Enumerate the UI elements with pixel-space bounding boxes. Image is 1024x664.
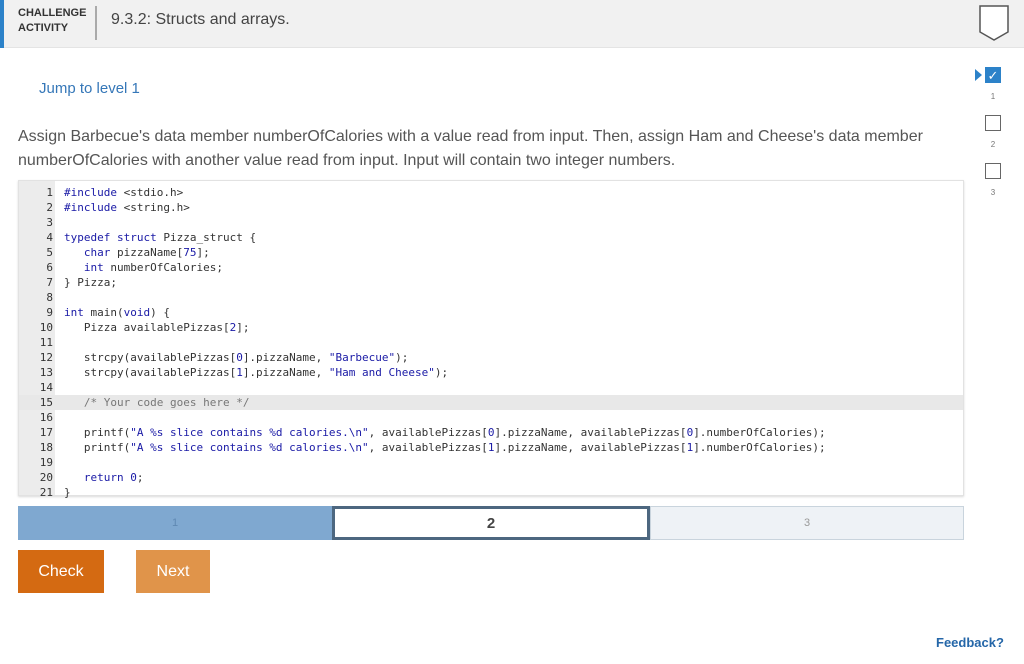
- activity-type-label: CHALLENGE ACTIVITY: [18, 6, 88, 36]
- header-divider: [95, 6, 97, 40]
- activity-type-line1: CHALLENGE: [18, 7, 87, 19]
- line-number: 13: [39, 366, 53, 379]
- code-line[interactable]: 10 Pizza availablePizzas[2];: [19, 320, 963, 335]
- activity-header: CHALLENGE ACTIVITY 9.3.2: Structs and ar…: [0, 0, 1024, 48]
- code-line[interactable]: 7 } Pizza;: [19, 275, 963, 290]
- activity-title: 9.3.2: Structs and arrays.: [111, 11, 290, 28]
- code-text[interactable]: typedef struct Pizza_struct {: [64, 230, 256, 245]
- progress-item-3[interactable]: 3: [980, 160, 1012, 200]
- line-number: 10: [39, 321, 53, 334]
- code-text[interactable]: int main(void) {: [64, 305, 170, 320]
- code-text[interactable]: Pizza availablePizzas[2];: [64, 320, 250, 335]
- code-editor[interactable]: 1 #include <stdio.h> 2 #include <string.h> 3…: [18, 180, 964, 499]
- code-text[interactable]: return 0;: [64, 470, 144, 485]
- code-line[interactable]: 3: [19, 215, 963, 230]
- progress-item-2[interactable]: 2: [980, 112, 1012, 152]
- code-line[interactable]: 14: [19, 380, 963, 395]
- line-number: 11: [39, 336, 53, 349]
- code-text[interactable]: /* Your code goes here */: [64, 395, 250, 410]
- code-line[interactable]: 21}: [19, 485, 963, 500]
- line-number: 15: [39, 396, 53, 409]
- code-line[interactable]: 20 return 0;: [19, 470, 963, 485]
- code-text[interactable]: int numberOfCalories;: [64, 260, 223, 275]
- feedback-link[interactable]: Feedback?: [936, 635, 1004, 650]
- code-text[interactable]: strcpy(availablePizzas[1].pizzaName, "Ha…: [64, 365, 448, 380]
- code-line[interactable]: 8: [19, 290, 963, 305]
- progress-item-1-label: 1: [990, 92, 996, 101]
- code-text[interactable]: #include <string.h>: [64, 200, 190, 215]
- line-number: 14: [39, 381, 53, 394]
- code-text[interactable]: printf("A %s slice contains %d calories.…: [64, 425, 826, 440]
- code-line[interactable]: 9 int main(void) {: [19, 305, 963, 320]
- line-number: 8: [46, 291, 53, 304]
- line-number: 3: [46, 216, 53, 229]
- code-line[interactable]: 16: [19, 410, 963, 425]
- progress-item-1[interactable]: ✓ 1: [975, 64, 1012, 104]
- jump-to-level-link[interactable]: Jump to level 1: [39, 80, 140, 97]
- line-number: 12: [39, 351, 53, 364]
- line-number: 19: [39, 456, 53, 469]
- code-text[interactable]: } Pizza;: [64, 275, 117, 290]
- line-number: 18: [39, 441, 53, 454]
- line-number: 4: [46, 231, 53, 244]
- checkbox-icon: [985, 163, 1001, 179]
- line-number: 6: [46, 261, 53, 274]
- line-number: 7: [46, 276, 53, 289]
- code-line[interactable]: 6 int numberOfCalories;: [19, 260, 963, 275]
- code-line[interactable]: 12 strcpy(availablePizzas[0].pizzaName, …: [19, 350, 963, 365]
- next-button[interactable]: Next: [136, 550, 210, 593]
- level-1-segment[interactable]: 1: [18, 506, 332, 540]
- level-3-segment[interactable]: 3: [650, 506, 964, 540]
- code-line[interactable]: 1 #include <stdio.h>: [19, 185, 963, 200]
- code-text[interactable]: }: [64, 485, 71, 500]
- progress-item-2-label: 2: [990, 140, 996, 149]
- code-line[interactable]: 15 /* Your code goes here */: [19, 395, 963, 410]
- line-number: 9: [46, 306, 53, 319]
- code-line[interactable]: 11: [19, 335, 963, 350]
- level-progress-bar: 1 2 3: [18, 506, 964, 540]
- code-line[interactable]: 5 char pizzaName[75];: [19, 245, 963, 260]
- line-number: 2: [46, 201, 53, 214]
- check-button[interactable]: Check: [18, 550, 104, 593]
- code-line[interactable]: 4 typedef struct Pizza_struct {: [19, 230, 963, 245]
- arrow-right-icon: [975, 69, 982, 81]
- progress-item-3-label: 3: [990, 188, 996, 197]
- checkmark-icon: ✓: [985, 67, 1001, 83]
- code-line[interactable]: 18 printf("A %s slice contains %d calori…: [19, 440, 963, 455]
- line-number: 17: [39, 426, 53, 439]
- line-number: 16: [39, 411, 53, 424]
- code-text[interactable]: strcpy(availablePizzas[0].pizzaName, "Ba…: [64, 350, 409, 365]
- line-number: 20: [39, 471, 53, 484]
- code-line[interactable]: 19: [19, 455, 963, 470]
- line-number: 21: [39, 486, 53, 499]
- code-text[interactable]: #include <stdio.h>: [64, 185, 183, 200]
- activity-type-line2: ACTIVITY: [18, 22, 69, 34]
- checkbox-icon: [985, 115, 1001, 131]
- instructions-text: Assign Barbecue's data member numberOfCa…: [18, 128, 923, 169]
- shield-icon: [979, 5, 1009, 41]
- line-number: 1: [46, 186, 53, 199]
- line-number: 5: [46, 246, 53, 259]
- level-2-segment[interactable]: 2: [332, 506, 650, 540]
- code-line[interactable]: 2 #include <string.h>: [19, 200, 963, 215]
- code-text[interactable]: char pizzaName[75];: [64, 245, 210, 260]
- code-line[interactable]: 17 printf("A %s slice contains %d calori…: [19, 425, 963, 440]
- header-accent-bar: [0, 0, 4, 48]
- code-text[interactable]: printf("A %s slice contains %d calories.…: [64, 440, 826, 455]
- code-line[interactable]: 13 strcpy(availablePizzas[1].pizzaName, …: [19, 365, 963, 380]
